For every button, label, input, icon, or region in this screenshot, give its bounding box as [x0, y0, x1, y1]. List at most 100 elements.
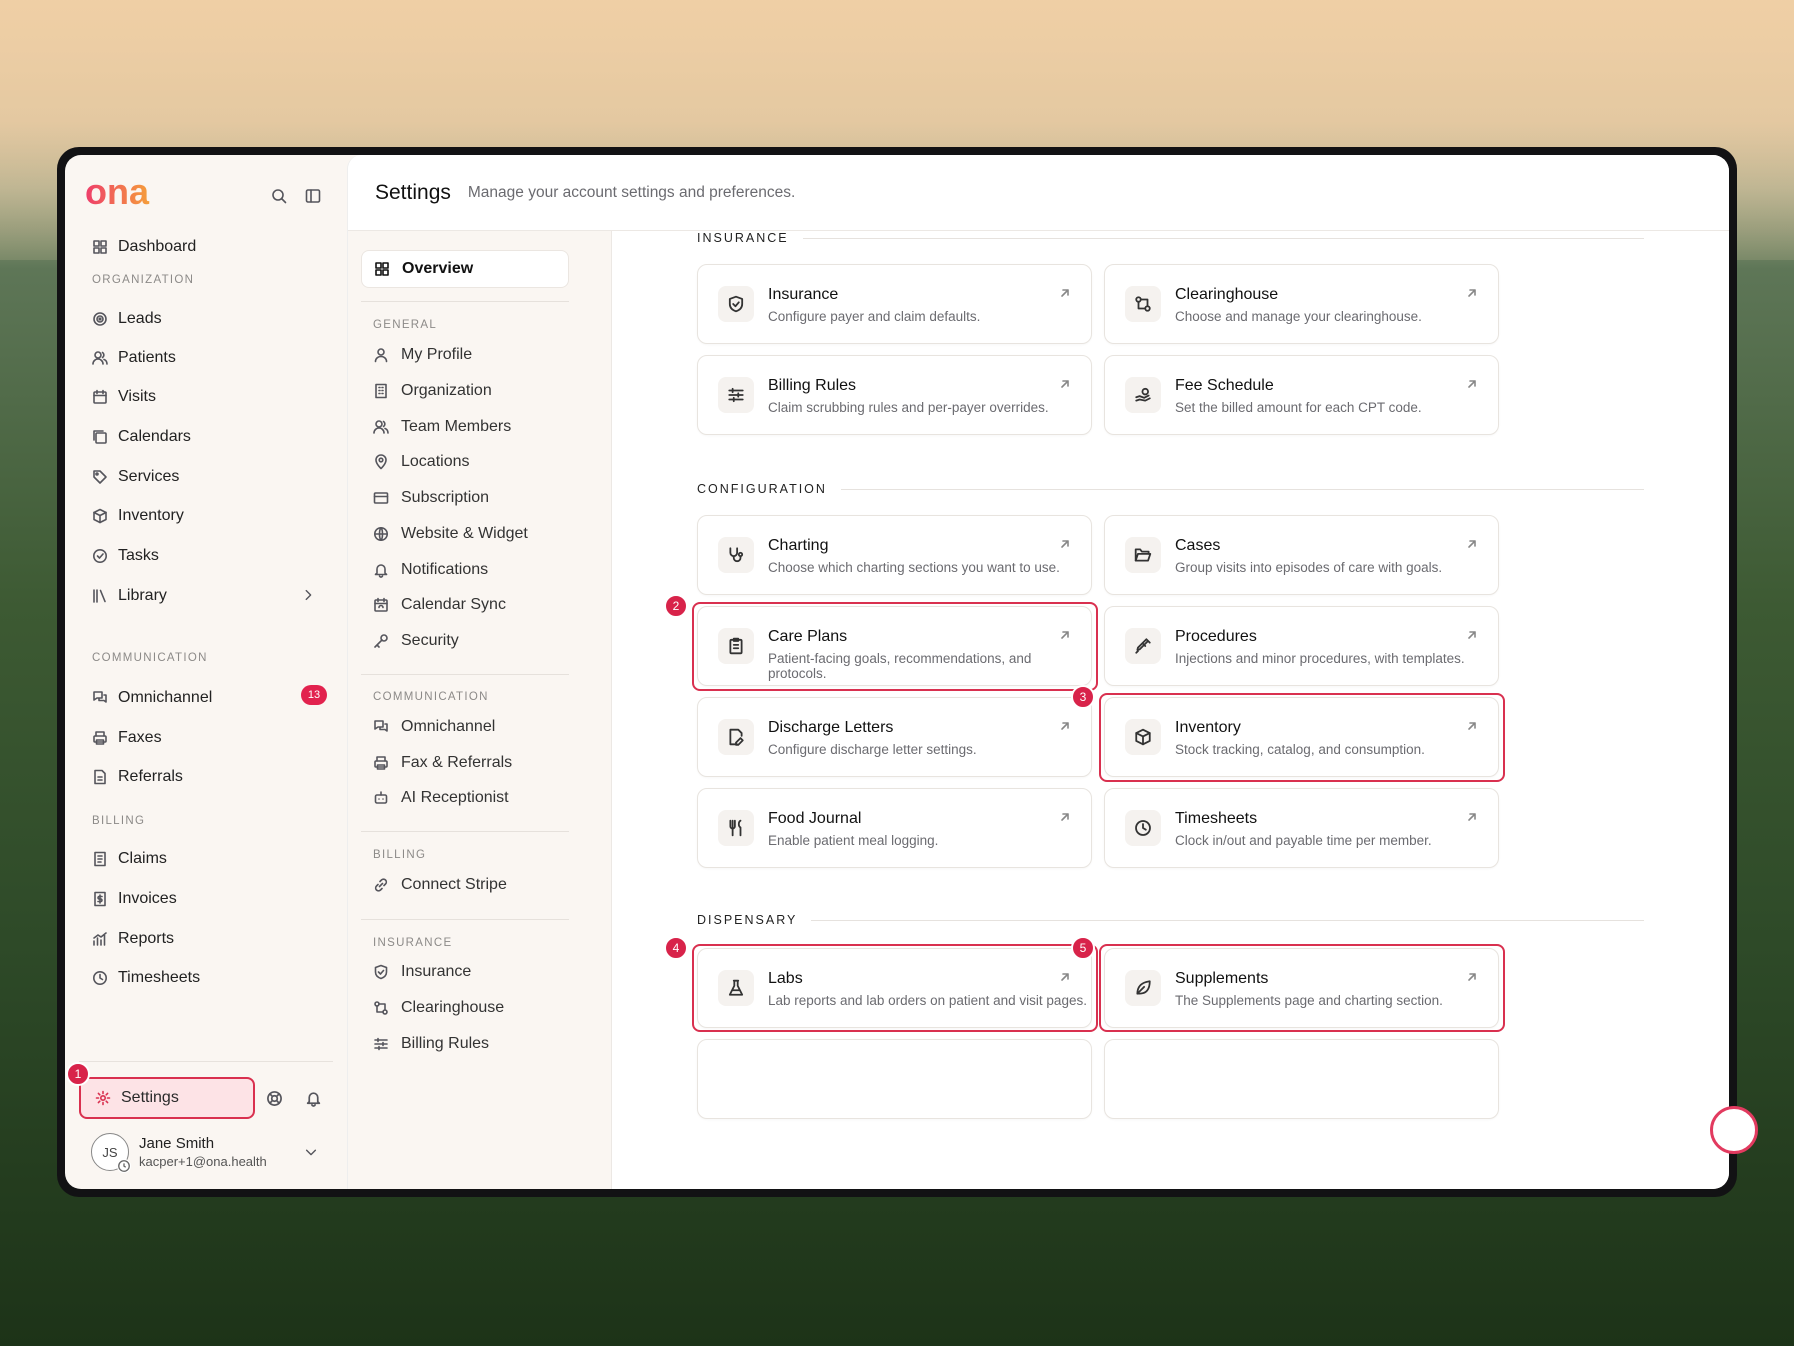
subnav-item-billing-rules[interactable]: Billing Rules: [373, 1029, 489, 1059]
card-title: Timesheets: [1175, 810, 1258, 827]
card-title: Discharge Letters: [768, 719, 894, 736]
globe-icon: [374, 527, 388, 541]
card-partial[interactable]: [1104, 1039, 1499, 1119]
sidebar-item-reports[interactable]: Reports: [92, 921, 174, 957]
sidebar-item-claims[interactable]: Claims: [92, 841, 167, 877]
card-title: Supplements: [1175, 970, 1269, 987]
subnav-item-ai-receptionist[interactable]: AI Receptionist: [373, 783, 509, 813]
shield-check-icon: [728, 295, 744, 313]
stethoscope-icon: [729, 547, 744, 563]
arrow-up-right-icon: [1468, 289, 1476, 297]
card-title: Cases: [1175, 537, 1221, 554]
chevron-down-icon[interactable]: [304, 1145, 318, 1159]
omnichannel-badge: 13: [301, 685, 327, 705]
subnav-item-subscription[interactable]: Subscription: [373, 483, 489, 513]
sliders-icon: [374, 1037, 388, 1051]
sidebar-item-settings[interactable]: Settings: [79, 1077, 255, 1119]
sidebar-item-timesheets[interactable]: Timesheets: [92, 960, 200, 996]
chat-widget-button[interactable]: [1710, 1106, 1758, 1154]
chevron-right-icon[interactable]: [301, 588, 315, 602]
sidebar-item-label: Dashboard: [118, 238, 197, 255]
card-supplements[interactable]: Supplements The Supplements page and cha…: [1104, 948, 1499, 1028]
sidebar-item-dashboard[interactable]: Dashboard: [92, 229, 196, 265]
bell-icon[interactable]: [305, 1090, 322, 1107]
help-buoy-icon[interactable]: [266, 1090, 283, 1107]
step-marker-3: 3: [1071, 685, 1095, 709]
sidebar-toggle-icon[interactable]: [305, 188, 321, 204]
dashboard-icon: [375, 262, 389, 276]
sidebar-item-tasks[interactable]: Tasks: [92, 538, 159, 574]
arrow-up-right-icon: [1468, 540, 1476, 548]
card-procedures[interactable]: Procedures Injections and minor procedur…: [1104, 606, 1499, 686]
arrow-up-right-icon: [1468, 973, 1476, 981]
card-clearinghouse[interactable]: Clearinghouse Choose and manage your cle…: [1104, 264, 1499, 344]
subnav-item-overview[interactable]: Overview: [361, 250, 569, 288]
sidebar-item-leads[interactable]: Leads: [92, 301, 162, 337]
leaf-icon: [1136, 980, 1151, 995]
subnav-item-website-widget[interactable]: Website & Widget: [373, 519, 528, 549]
subnav-item-clearinghouse[interactable]: Clearinghouse: [373, 993, 504, 1023]
sidebar-item-label: Referrals: [118, 768, 183, 785]
card-billing-rules[interactable]: Billing Rules Claim scrubbing rules and …: [697, 355, 1092, 435]
ona-logo[interactable]: ona: [85, 177, 171, 209]
card-discharge-letters[interactable]: Discharge Letters Configure discharge le…: [697, 697, 1092, 777]
syringe-icon: [1135, 638, 1151, 654]
sidebar-item-label: Services: [118, 468, 180, 485]
users-icon: [373, 420, 389, 434]
card-title: Fee Schedule: [1175, 377, 1274, 394]
check-circle-icon: [93, 549, 107, 563]
card-charting[interactable]: Charting Choose which charting sections …: [697, 515, 1092, 595]
subnav-item-calendar-sync[interactable]: Calendar Sync: [373, 590, 506, 620]
card-description: Choose which charting sections you want …: [768, 560, 1060, 575]
card-title: Procedures: [1175, 628, 1257, 645]
sidebar-item-label: Faxes: [118, 729, 162, 746]
sidebar-item-library[interactable]: Library: [92, 578, 167, 614]
subnav-item-my-profile[interactable]: My Profile: [373, 340, 472, 370]
sidebar: ona Dashboard ORGANIZATION Leads Patient…: [65, 155, 347, 1189]
subnav-item-connect-stripe[interactable]: Connect Stripe: [373, 870, 507, 900]
sidebar-item-invoices[interactable]: Invoices: [92, 881, 177, 917]
sidebar-item-calendars[interactable]: Calendars: [92, 419, 191, 455]
sidebar-item-inventory[interactable]: Inventory: [92, 498, 184, 534]
card-fee-schedule[interactable]: Fee Schedule Set the billed amount for e…: [1104, 355, 1499, 435]
sidebar-item-faxes[interactable]: Faxes: [92, 720, 162, 756]
user-icon: [374, 348, 388, 363]
subnav-item-locations[interactable]: Locations: [373, 447, 470, 477]
card-care-plans[interactable]: Care Plans Patient-facing goals, recomme…: [697, 606, 1092, 686]
route-icon: [1135, 296, 1151, 312]
card-description: The Supplements page and charting sectio…: [1175, 993, 1443, 1008]
user-menu[interactable]: JS Jane Smith kacper+1@ona.health: [91, 1133, 267, 1173]
subnav-item-team-members[interactable]: Team Members: [373, 412, 511, 442]
card-timesheets[interactable]: Timesheets Clock in/out and payable time…: [1104, 788, 1499, 868]
card-insurance[interactable]: Insurance Configure payer and claim defa…: [697, 264, 1092, 344]
page-subtitle: Manage your account settings and prefere…: [467, 183, 796, 201]
card-labs[interactable]: Labs Lab reports and lab orders on patie…: [697, 948, 1092, 1028]
subnav-item-insurance[interactable]: Insurance: [373, 957, 471, 987]
sidebar-item-services[interactable]: Services: [92, 459, 179, 495]
sidebar-item-visits[interactable]: Visits: [92, 379, 156, 415]
card-partial[interactable]: [697, 1039, 1092, 1119]
flask-icon: [728, 979, 744, 996]
subnav-item-security[interactable]: Security: [373, 626, 459, 656]
arrow-up-right-icon: [1468, 813, 1476, 821]
credit-card-icon: [373, 492, 389, 504]
search-icon[interactable]: [271, 188, 287, 204]
subnav-item-organization[interactable]: Organization: [373, 376, 492, 406]
sidebar-item-omnichannel[interactable]: Omnichannel: [92, 680, 212, 716]
sidebar-item-label: Timesheets: [118, 969, 201, 986]
folder-open-icon: [1134, 548, 1152, 562]
sidebar-item-referrals[interactable]: Referrals: [92, 759, 183, 795]
subnav-item-fax-referrals[interactable]: Fax & Referrals: [373, 748, 512, 778]
card-description: Enable patient meal logging.: [768, 833, 939, 848]
sidebar-item-patients[interactable]: Patients: [92, 340, 176, 376]
box-icon: [1135, 728, 1151, 746]
card-inventory[interactable]: Inventory Stock tracking, catalog, and c…: [1104, 697, 1499, 777]
card-food-journal[interactable]: Food Journal Enable patient meal logging…: [697, 788, 1092, 868]
subnav-item-omnichannel[interactable]: Omnichannel: [373, 712, 495, 742]
settings-subnav: Overview GENERAL My Profile Organization…: [348, 231, 612, 1189]
card-title: Charting: [768, 537, 829, 554]
card-cases[interactable]: Cases Group visits into episodes of care…: [1104, 515, 1499, 595]
clock-icon: [93, 971, 107, 985]
arrow-up-right-icon: [1061, 973, 1069, 981]
subnav-item-notifications[interactable]: Notifications: [373, 555, 488, 585]
